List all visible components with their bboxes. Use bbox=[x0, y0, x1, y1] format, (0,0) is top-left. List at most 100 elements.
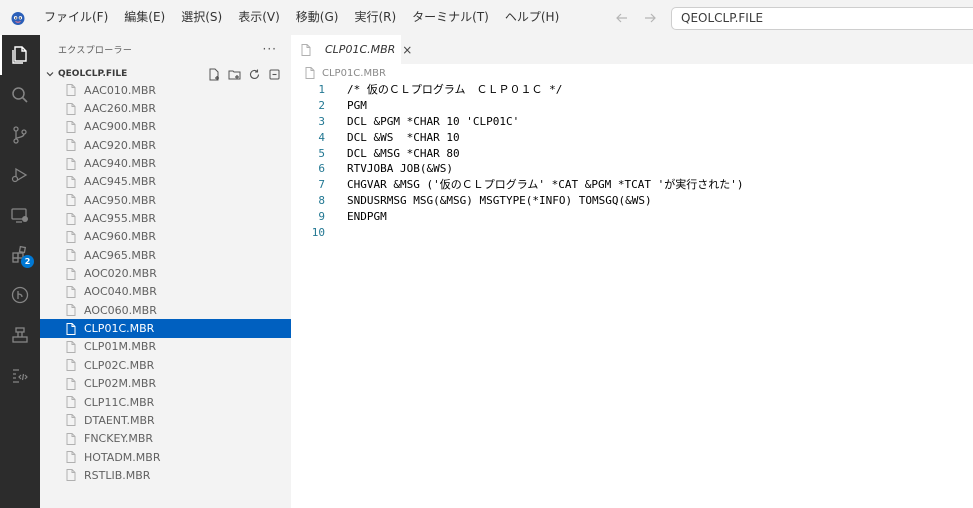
tree-item[interactable]: CLP01M.MBR bbox=[40, 338, 291, 356]
line-text: PGM bbox=[347, 98, 367, 112]
command-center-search[interactable]: QEOLCLP.FILE bbox=[671, 7, 973, 30]
tree-item-label: HOTADM.MBR bbox=[84, 450, 161, 464]
line-text: RTVJOBA JOB(&WS) bbox=[347, 162, 453, 176]
app-logo-icon bbox=[0, 0, 36, 35]
tree-item-label: RSTLIB.MBR bbox=[84, 468, 151, 482]
file-icon bbox=[66, 139, 76, 152]
tree-item-label: CLP02M.MBR bbox=[84, 377, 157, 391]
explorer-icon[interactable] bbox=[0, 35, 40, 75]
menu-item[interactable]: ヘルプ(H) bbox=[497, 0, 567, 35]
code-line: 9 ENDPGM bbox=[291, 209, 973, 225]
close-icon[interactable]: × bbox=[402, 44, 412, 56]
tree-item[interactable]: AAC920.MBR bbox=[40, 136, 291, 154]
chevron-down-icon[interactable] bbox=[42, 69, 58, 79]
menu-item[interactable]: 編集(E) bbox=[116, 0, 173, 35]
tree-item[interactable]: FNCKEY.MBR bbox=[40, 430, 291, 448]
git-graph-icon[interactable] bbox=[0, 275, 40, 315]
tree-item[interactable]: AOC060.MBR bbox=[40, 301, 291, 319]
tree-item[interactable]: AOC040.MBR bbox=[40, 283, 291, 301]
file-icon bbox=[66, 175, 76, 188]
new-file-icon[interactable] bbox=[207, 66, 221, 82]
tree-item-label: CLP01M.MBR bbox=[84, 340, 157, 354]
tree-item[interactable]: AAC950.MBR bbox=[40, 191, 291, 209]
tree-item-label: DTAENT.MBR bbox=[84, 413, 155, 427]
activity-bar: 2 bbox=[0, 35, 40, 508]
tree-item-label: AOC040.MBR bbox=[84, 285, 157, 299]
code-line: 1 /* 仮のＣＬプログラム ＣＬＰ０１Ｃ */ bbox=[291, 82, 973, 98]
line-text: ENDPGM bbox=[347, 210, 387, 224]
tree-item[interactable]: CLP02M.MBR bbox=[40, 375, 291, 393]
tab-clp01c[interactable]: CLP01C.MBR × bbox=[291, 35, 412, 64]
tree-item[interactable]: AAC960.MBR bbox=[40, 228, 291, 246]
new-folder-icon[interactable] bbox=[227, 66, 241, 82]
ibm-i-icon[interactable] bbox=[0, 315, 40, 355]
file-icon bbox=[66, 469, 76, 482]
file-icon bbox=[66, 322, 76, 335]
tree-item-label: AAC010.MBR bbox=[84, 83, 157, 97]
file-icon bbox=[66, 212, 76, 225]
line-text: /* 仮のＣＬプログラム ＣＬＰ０１Ｃ */ bbox=[347, 83, 563, 96]
file-icon bbox=[66, 285, 76, 298]
tree-item-label: AAC260.MBR bbox=[84, 102, 157, 116]
tree-item[interactable]: AAC945.MBR bbox=[40, 173, 291, 191]
forward-arrow-icon[interactable] bbox=[642, 10, 658, 26]
tree-item-label: AAC940.MBR bbox=[84, 157, 157, 171]
line-number: 6 bbox=[318, 162, 325, 176]
tree-item[interactable]: AAC955.MBR bbox=[40, 209, 291, 227]
tree-item[interactable]: AAC010.MBR bbox=[40, 81, 291, 99]
tree-item[interactable]: AAC940.MBR bbox=[40, 154, 291, 172]
code-editor[interactable]: 1 /* 仮のＣＬプログラム ＣＬＰ０１Ｃ */ 2 PGM 3 DCL &PGM *CH… bbox=[291, 82, 973, 241]
menu-item[interactable]: 表示(V) bbox=[230, 0, 288, 35]
explorer-header: エクスプローラー ··· bbox=[40, 35, 291, 63]
breadcrumb[interactable]: CLP01C.MBR bbox=[291, 64, 973, 82]
file-icon bbox=[66, 249, 76, 262]
tree-item[interactable]: AAC900.MBR bbox=[40, 118, 291, 136]
tree-item[interactable]: AOC020.MBR bbox=[40, 264, 291, 282]
more-actions-icon[interactable]: ··· bbox=[263, 42, 277, 56]
file-icon bbox=[66, 304, 76, 317]
collapse-all-icon[interactable] bbox=[267, 66, 281, 82]
code-line: 4 DCL &WS *CHAR 10 bbox=[291, 130, 973, 146]
refresh-icon[interactable] bbox=[247, 66, 261, 82]
file-icon bbox=[66, 230, 76, 243]
tree-item[interactable]: CLP01C.MBR bbox=[40, 319, 291, 338]
explorer-title: エクスプローラー bbox=[58, 45, 133, 56]
tree-item[interactable]: AAC965.MBR bbox=[40, 246, 291, 264]
tree-item[interactable]: HOTADM.MBR bbox=[40, 448, 291, 466]
file-tree: AAC010.MBR AAC260.MBR AAC900.MBR AAC920.MBR… bbox=[40, 81, 291, 485]
tree-item-label: AAC965.MBR bbox=[84, 248, 157, 262]
line-number: 9 bbox=[318, 210, 325, 224]
menu-item[interactable]: ターミナル(T) bbox=[404, 0, 497, 35]
tree-item[interactable]: DTAENT.MBR bbox=[40, 411, 291, 429]
back-arrow-icon[interactable] bbox=[614, 10, 630, 26]
extensions-icon[interactable]: 2 bbox=[0, 235, 40, 275]
menu-item[interactable]: ファイル(F) bbox=[36, 0, 116, 35]
source-control-icon[interactable] bbox=[0, 115, 40, 155]
menu-item[interactable]: 選択(S) bbox=[173, 0, 230, 35]
tree-item[interactable]: CLP11C.MBR bbox=[40, 393, 291, 411]
title-bar: ファイル(F) 編集(E) 選択(S) 表示(V) 移動(G) 実行(R) ターミナル(T)… bbox=[0, 0, 973, 35]
tree-item-label: AOC060.MBR bbox=[84, 303, 157, 317]
tree-item[interactable]: CLP02C.MBR bbox=[40, 356, 291, 374]
tree-item[interactable]: RSTLIB.MBR bbox=[40, 466, 291, 484]
line-text: DCL &MSG *CHAR 80 bbox=[347, 146, 460, 160]
tree-item-label: FNCKEY.MBR bbox=[84, 432, 154, 446]
menu-item[interactable]: 移動(G) bbox=[288, 0, 347, 35]
folder-actions bbox=[207, 66, 281, 82]
file-icon bbox=[305, 67, 315, 79]
run-debug-icon[interactable] bbox=[0, 155, 40, 195]
menu-item[interactable]: 実行(R) bbox=[346, 0, 404, 35]
search-icon[interactable] bbox=[0, 75, 40, 115]
tree-item[interactable]: AAC260.MBR bbox=[40, 99, 291, 117]
tab-label: CLP01C.MBR bbox=[325, 43, 396, 56]
remote-explorer-icon[interactable] bbox=[0, 195, 40, 235]
tree-item-label: AOC020.MBR bbox=[84, 267, 157, 281]
file-icon bbox=[66, 432, 76, 445]
breadcrumb-file[interactable]: CLP01C.MBR bbox=[322, 68, 386, 79]
code-outline-icon[interactable] bbox=[0, 355, 40, 395]
line-number: 5 bbox=[318, 146, 325, 160]
menu-bar: ファイル(F) 編集(E) 選択(S) 表示(V) 移動(G) 実行(R) ターミナル(T)… bbox=[36, 0, 567, 35]
file-icon bbox=[66, 267, 76, 280]
line-number: 3 bbox=[318, 114, 325, 128]
code-line: 3 DCL &PGM *CHAR 10 'CLP01C' bbox=[291, 114, 973, 130]
